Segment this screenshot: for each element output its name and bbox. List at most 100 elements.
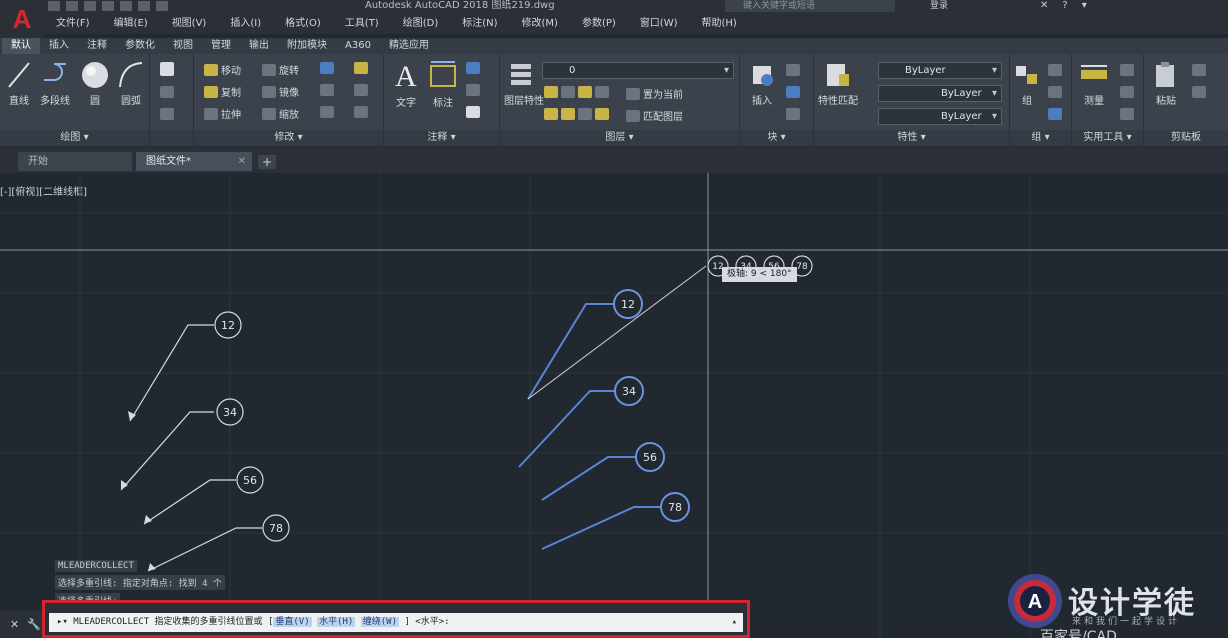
trim-icon[interactable]: [320, 62, 334, 74]
close-tab-icon[interactable]: ✕: [238, 152, 246, 171]
linetype-dropdown[interactable]: ByLayer: [878, 85, 1002, 102]
option-vertical[interactable]: 垂直(V): [273, 617, 312, 627]
fillet-icon[interactable]: [354, 62, 368, 74]
edit-block-icon[interactable]: [786, 86, 800, 98]
quick-select-icon[interactable]: [1120, 64, 1134, 76]
search-input[interactable]: 键入关键字或短语: [725, 0, 895, 12]
leader-icon[interactable]: [466, 84, 480, 96]
ribbon-tab-8[interactable]: A360: [336, 38, 380, 54]
ribbon-tab-7[interactable]: 附加模块: [278, 38, 336, 54]
properties-panel-title[interactable]: 特性 ▾: [814, 130, 1009, 146]
erase-icon[interactable]: [354, 84, 368, 96]
text-tool[interactable]: A 文字: [390, 58, 422, 109]
layer-dropdown[interactable]: 0: [542, 62, 734, 79]
point-icon[interactable]: [1120, 86, 1134, 98]
block-panel-title[interactable]: 块 ▾: [740, 130, 813, 146]
layer-tools-row1[interactable]: [544, 86, 609, 98]
create-block-icon[interactable]: [786, 64, 800, 76]
menu-item-11[interactable]: 帮助(H): [690, 14, 749, 34]
customize-command-icon[interactable]: 🔧: [27, 618, 41, 631]
dimension-tool[interactable]: 标注: [426, 58, 460, 109]
autocad-logo-icon[interactable]: A: [0, 0, 44, 38]
copy-clip-icon[interactable]: [1192, 86, 1206, 98]
tab-start[interactable]: 开始: [18, 152, 132, 171]
offset-icon[interactable]: [354, 106, 368, 118]
tab-drawing[interactable]: 图纸文件* ✕: [136, 152, 252, 171]
group-select-icon[interactable]: [1048, 108, 1062, 120]
open-icon[interactable]: [66, 1, 78, 11]
ribbon-tab-0[interactable]: 默认: [2, 38, 40, 54]
clipboard-panel-title[interactable]: 剪贴板: [1144, 130, 1228, 146]
menu-item-9[interactable]: 参数(P): [570, 14, 628, 34]
menu-item-10[interactable]: 窗口(W): [628, 14, 690, 34]
new-icon[interactable]: [48, 1, 60, 11]
ribbon-tab-4[interactable]: 视图: [164, 38, 202, 54]
menu-item-5[interactable]: 工具(T): [333, 14, 391, 34]
option-wrap[interactable]: 缠绕(W): [360, 617, 400, 627]
command-history-arrow-icon[interactable]: ▴: [732, 613, 737, 632]
signin-link[interactable]: 登录: [930, 0, 948, 12]
redo-icon[interactable]: [156, 1, 168, 11]
help-icon[interactable]: ?: [1062, 0, 1067, 12]
save-as-icon[interactable]: [102, 1, 114, 11]
undo-icon[interactable]: [138, 1, 150, 11]
ungroup-icon[interactable]: [1048, 64, 1062, 76]
lineweight-dropdown[interactable]: ByLayer: [878, 108, 1002, 125]
group-edit-icon[interactable]: [1048, 86, 1062, 98]
move-tool[interactable]: 移动: [204, 62, 241, 77]
ribbon-tab-2[interactable]: 注释: [78, 38, 116, 54]
make-current-tool[interactable]: 置为当前: [626, 86, 683, 101]
menu-item-6[interactable]: 绘图(D): [391, 14, 451, 34]
menu-item-2[interactable]: 视图(V): [160, 14, 219, 34]
draw-panel-title[interactable]: 绘图 ▾: [0, 130, 149, 146]
menu-item-0[interactable]: 文件(F): [44, 14, 102, 34]
rotate-tool[interactable]: 旋转: [262, 62, 299, 77]
scale-tool[interactable]: 缩放: [262, 106, 299, 121]
save-icon[interactable]: [84, 1, 96, 11]
calc-icon[interactable]: [1120, 108, 1134, 120]
ribbon-tab-6[interactable]: 输出: [240, 38, 278, 54]
layers-panel-title[interactable]: 图层 ▾: [500, 130, 739, 146]
insert-tool[interactable]: 插入: [744, 60, 780, 107]
mirror-tool[interactable]: 镜像: [262, 84, 299, 99]
minimize-icon[interactable]: ▾: [1082, 0, 1087, 12]
annotation-panel-title[interactable]: 注释 ▾: [384, 130, 499, 146]
copy-tool[interactable]: 复制: [204, 84, 241, 99]
linear-dim-icon[interactable]: [466, 62, 480, 74]
exchange-icon[interactable]: ✕: [1040, 0, 1048, 12]
attribute-icon[interactable]: [786, 108, 800, 120]
print-icon[interactable]: [120, 1, 132, 11]
close-command-icon[interactable]: ✕: [10, 618, 19, 631]
menu-item-3[interactable]: 插入(I): [218, 14, 273, 34]
match-properties-tool[interactable]: 特性匹配: [818, 60, 858, 107]
polyline-tool[interactable]: 多段线: [36, 60, 74, 107]
color-dropdown[interactable]: ByLayer: [878, 62, 1002, 79]
modify-panel-title[interactable]: 修改 ▾: [194, 130, 383, 146]
menu-item-7[interactable]: 标注(N): [450, 14, 509, 34]
layer-properties-tool[interactable]: 图层特性: [504, 60, 544, 107]
table-icon[interactable]: [160, 108, 174, 120]
menu-item-4[interactable]: 格式(O): [273, 14, 333, 34]
ribbon-tab-5[interactable]: 管理: [202, 38, 240, 54]
explode-icon[interactable]: [320, 106, 334, 118]
array-icon[interactable]: [320, 84, 334, 96]
table-annot-icon[interactable]: [466, 106, 480, 118]
hatch-icon[interactable]: [160, 86, 174, 98]
drawing-canvas[interactable]: [-][俯视][二维线框] 12 34 56 78 12 34 56 78 12…: [0, 173, 1228, 638]
cut-icon[interactable]: [1192, 64, 1206, 76]
match-layer-tool[interactable]: 匹配图层: [626, 108, 683, 123]
layer-tools-row2[interactable]: [544, 108, 609, 120]
option-horizontal[interactable]: 水平(H): [317, 617, 356, 627]
utilities-panel-title[interactable]: 实用工具 ▾: [1072, 130, 1143, 146]
circle-tool[interactable]: 圆: [78, 60, 112, 107]
menu-item-8[interactable]: 修改(M): [510, 14, 570, 34]
add-tab-icon[interactable]: +: [258, 155, 276, 169]
ribbon-tab-1[interactable]: 插入: [40, 38, 78, 54]
measure-tool[interactable]: 测量: [1076, 60, 1112, 107]
ribbon-tab-9[interactable]: 精选应用: [380, 38, 438, 54]
menu-item-1[interactable]: 编辑(E): [102, 14, 160, 34]
paste-tool[interactable]: 粘贴: [1148, 60, 1184, 107]
rectangle-icon[interactable]: [160, 64, 174, 76]
command-line-input[interactable]: ▸▾ MLEADERCOLLECT 指定收集的多重引线位置或 [垂直(V) 水平…: [49, 613, 743, 632]
groups-panel-title[interactable]: 组 ▾: [1010, 130, 1071, 146]
